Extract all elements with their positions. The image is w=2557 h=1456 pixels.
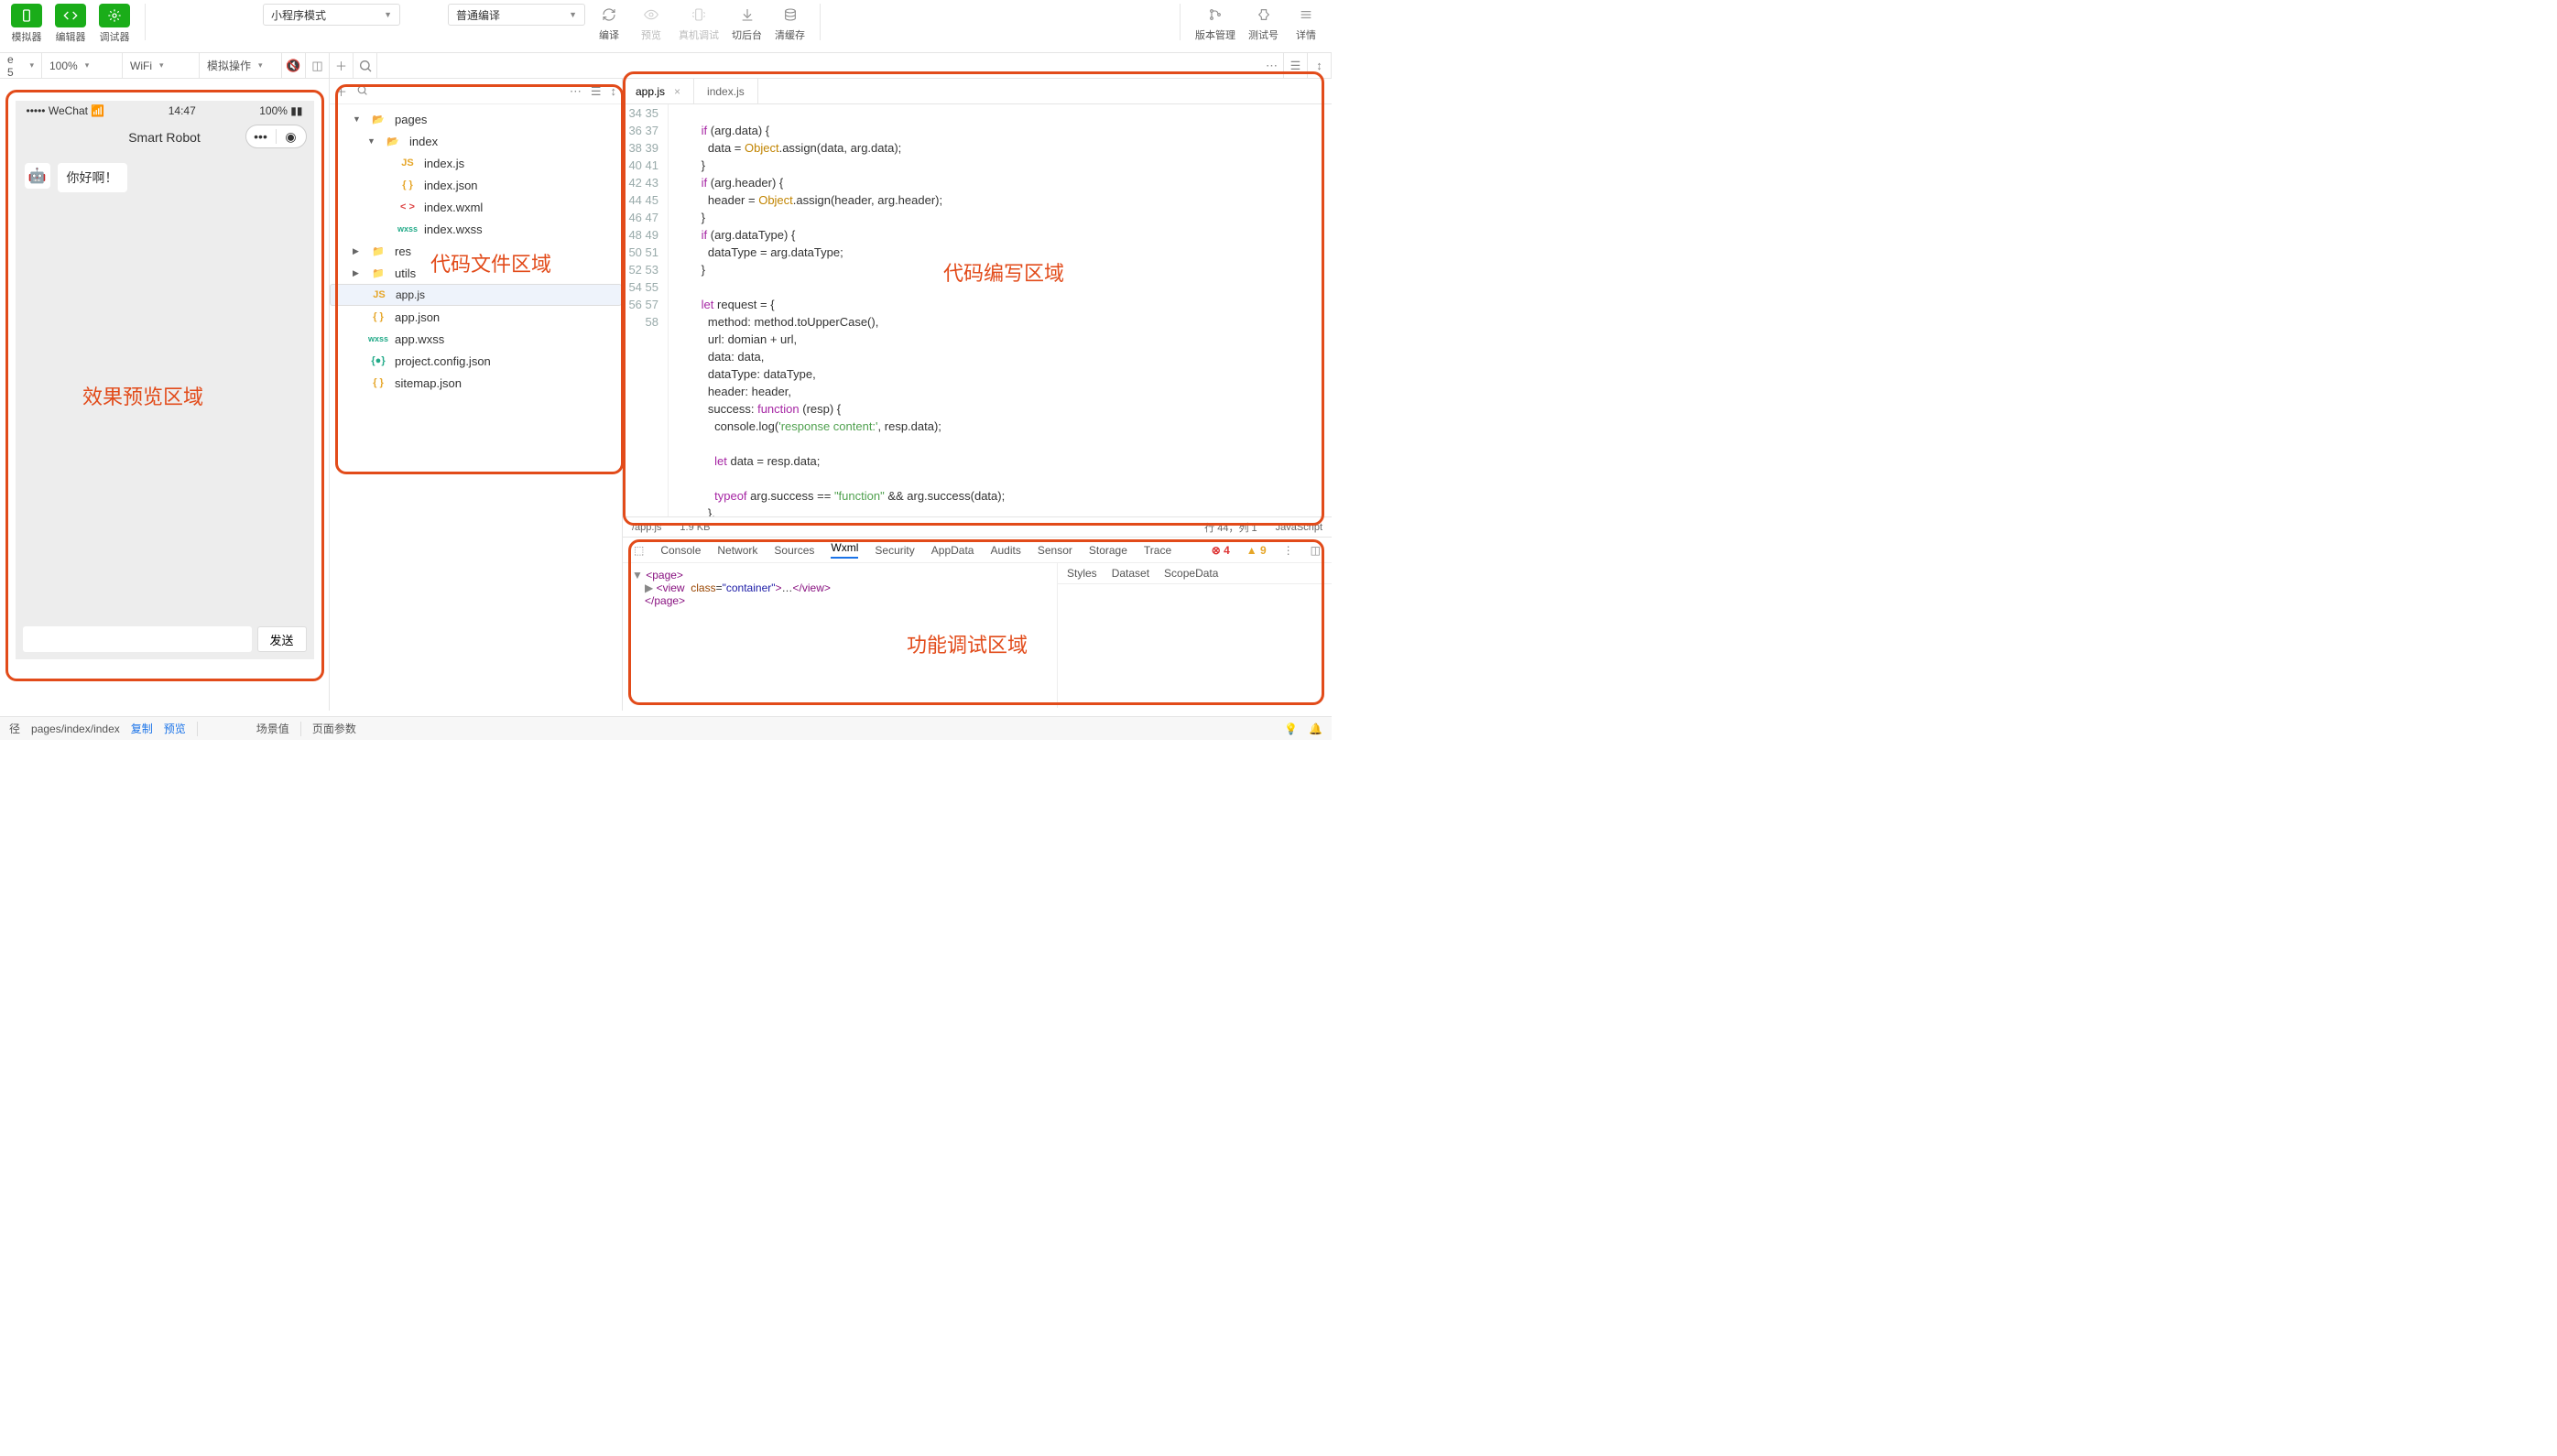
status-position: 行 44，列 1	[1204, 520, 1257, 535]
devtools-more-icon[interactable]: ⋮	[1283, 544, 1294, 557]
devtools-tab-appdata[interactable]: AppData	[931, 544, 974, 557]
capsule-more-icon[interactable]: •••	[246, 129, 276, 144]
close-icon[interactable]: ×	[674, 85, 680, 98]
tree-item-app-js[interactable]: JSapp.js	[330, 284, 622, 306]
compile-button[interactable]	[594, 4, 624, 26]
devtools-tab-console[interactable]: Console	[660, 544, 701, 557]
mute-icon[interactable]: 🔇	[282, 53, 306, 78]
tree-add-icon[interactable]: ＋	[335, 82, 347, 100]
bottom-statusbar: 径 pages/index/index 复制 预览 场景值 页面参数 💡 🔔	[0, 716, 1332, 740]
devtools-tab-security[interactable]: Security	[875, 544, 914, 557]
editor-button[interactable]	[55, 4, 86, 27]
warning-count[interactable]: ▲ 9	[1246, 544, 1267, 557]
devtools-tab-trace[interactable]: Trace	[1144, 544, 1171, 557]
debugger-button[interactable]	[99, 4, 130, 27]
bell-icon[interactable]: 🔔	[1309, 723, 1322, 735]
tree-item-sitemap-json[interactable]: { }sitemap.json	[330, 372, 622, 394]
devtools-panel: 功能调试区域 ⬚ ConsoleNetworkSourcesWxmlSecuri…	[623, 537, 1332, 709]
add-icon[interactable]: ＋	[330, 53, 354, 78]
code-area[interactable]: if (arg.data) { data = Object.assign(dat…	[669, 104, 1332, 516]
scene-label: 场景值	[256, 721, 289, 736]
second-bar: e 5▾ 100%▾ WiFi▾ 模拟操作▾ 🔇 ◫ ＋ ⋯ ☰ ↕	[0, 53, 1332, 79]
devtools-tab-audits[interactable]: Audits	[990, 544, 1020, 557]
error-count[interactable]: ⊗ 4	[1212, 544, 1230, 557]
dock-icon[interactable]: ◫	[306, 53, 330, 78]
simulator-panel: 效果预览区域 ••••• WeChat 📶 14:47 100% ▮▮ Smar…	[0, 79, 330, 711]
tree-item-index-js[interactable]: JSindex.js	[330, 152, 622, 174]
tree-item-index-wxss[interactable]: wxssindex.wxss	[330, 218, 622, 240]
tree-sort-icon[interactable]: ↕	[611, 84, 617, 98]
inspect-icon[interactable]: ⬚	[634, 544, 644, 557]
sort-icon[interactable]: ↕	[1308, 53, 1332, 78]
chevron-down-icon: ▼	[569, 10, 577, 19]
capsule-close-icon[interactable]: ◉	[277, 129, 306, 145]
file-tree: ▼📂pages▼📂indexJSindex.js{ }index.json< >…	[330, 104, 622, 397]
devtools-tab-network[interactable]: Network	[717, 544, 757, 557]
clear-cache-button[interactable]	[776, 4, 805, 26]
wxml-tree[interactable]: ▼ <page> ▶ <view class="container">…</vi…	[623, 563, 1057, 708]
background-button[interactable]	[733, 4, 762, 26]
tree-item-project-config-json[interactable]: {●}project.config.json	[330, 350, 622, 372]
zoom-select[interactable]: 100%▾	[42, 53, 123, 78]
tree-item-utils[interactable]: ▶📁utils	[330, 262, 622, 284]
path-prefix: 径	[9, 721, 20, 736]
tree-item-index-json[interactable]: { }index.json	[330, 174, 622, 196]
devtools-tab-storage[interactable]: Storage	[1089, 544, 1127, 557]
settings-sliders-icon[interactable]: ☰	[1284, 53, 1308, 78]
status-language: JavaScript	[1276, 522, 1322, 533]
editor-tabs: app.js×index.js	[623, 79, 1332, 104]
editor-panel: 代码编写区域 app.js×index.js 34 35 36 37 38 39…	[623, 79, 1332, 711]
chevron-down-icon: ▼	[384, 10, 392, 19]
devtools-dock-icon[interactable]: ◫	[1311, 544, 1321, 557]
simulator-button[interactable]	[11, 4, 42, 27]
devtools-tab-sensor[interactable]: Sensor	[1038, 544, 1072, 557]
editor-tab-index-js[interactable]: index.js	[694, 79, 758, 103]
tips-icon[interactable]: 💡	[1284, 723, 1298, 735]
tree-item-pages[interactable]: ▼📂pages	[330, 108, 622, 130]
device-select[interactable]: e 5▾	[0, 53, 42, 78]
editor-label: 编辑器	[56, 29, 86, 44]
editor-statusbar: /app.js 1.9 KB 行 44，列 1 JavaScript	[623, 516, 1332, 537]
status-size: 1.9 KB	[680, 522, 710, 533]
page-title: Smart Robot	[128, 130, 201, 145]
more-icon[interactable]: ⋯	[1260, 53, 1284, 78]
page-params-label: 页面参数	[312, 721, 356, 736]
tree-settings-icon[interactable]: ☰	[591, 84, 602, 99]
simulator-label: 模拟器	[12, 29, 42, 44]
mock-op-select[interactable]: 模拟操作▾	[200, 53, 282, 78]
details-button[interactable]	[1291, 4, 1321, 26]
tree-item-app-wxss[interactable]: wxssapp.wxss	[330, 328, 622, 350]
devtools-side-tabs: Styles Dataset ScopeData	[1058, 563, 1332, 584]
devtools-tab-wxml[interactable]: Wxml	[831, 541, 858, 559]
devtools-side-tab-styles[interactable]: Styles	[1067, 567, 1097, 580]
tree-item-index[interactable]: ▼📂index	[330, 130, 622, 152]
mode-select[interactable]: 小程序模式▼	[263, 4, 400, 26]
tree-item-index-wxml[interactable]: < >index.wxml	[330, 196, 622, 218]
compile-select[interactable]: 普通编译▼	[448, 4, 585, 26]
tree-item-res[interactable]: ▶📁res	[330, 240, 622, 262]
search-icon[interactable]	[354, 53, 377, 78]
editor-tab-app-js[interactable]: app.js×	[623, 79, 694, 103]
gutter: 34 35 36 37 38 39 40 41 42 43 44 45 46 4…	[623, 104, 669, 516]
devtools-tab-sources[interactable]: Sources	[774, 544, 814, 557]
status-path: /app.js	[632, 522, 661, 533]
devtools-tabs: ⬚ Console Network Sources Wxml Security AppDa…	[623, 538, 1332, 563]
test-number-button[interactable]	[1249, 4, 1278, 26]
tree-search-icon[interactable]	[356, 84, 368, 99]
top-toolbar: 模拟器 编辑器 调试器 小程序模式▼ 普通编译▼ 编译 预览 真机调试 切后台 …	[0, 0, 1332, 53]
remote-debug-button[interactable]	[684, 4, 713, 26]
devtools-side-tab-scopedata[interactable]: ScopeData	[1164, 567, 1218, 580]
preview-button[interactable]	[637, 4, 666, 26]
tree-more-icon[interactable]: ⋯	[570, 84, 582, 99]
file-tree-panel: 代码文件区域 ＋ ⋯ ☰ ↕ ▼📂pages▼📂indexJSindex.js{…	[330, 79, 623, 711]
copy-link[interactable]: 复制	[131, 721, 153, 736]
devtools-side-tab-dataset[interactable]: Dataset	[1112, 567, 1149, 580]
version-mgmt-button[interactable]	[1201, 4, 1230, 26]
network-select[interactable]: WiFi▾	[123, 53, 200, 78]
page-path: pages/index/index	[31, 723, 120, 735]
tree-item-app-json[interactable]: { }app.json	[330, 306, 622, 328]
debugger-label: 调试器	[100, 29, 130, 44]
preview-link[interactable]: 预览	[164, 721, 186, 736]
